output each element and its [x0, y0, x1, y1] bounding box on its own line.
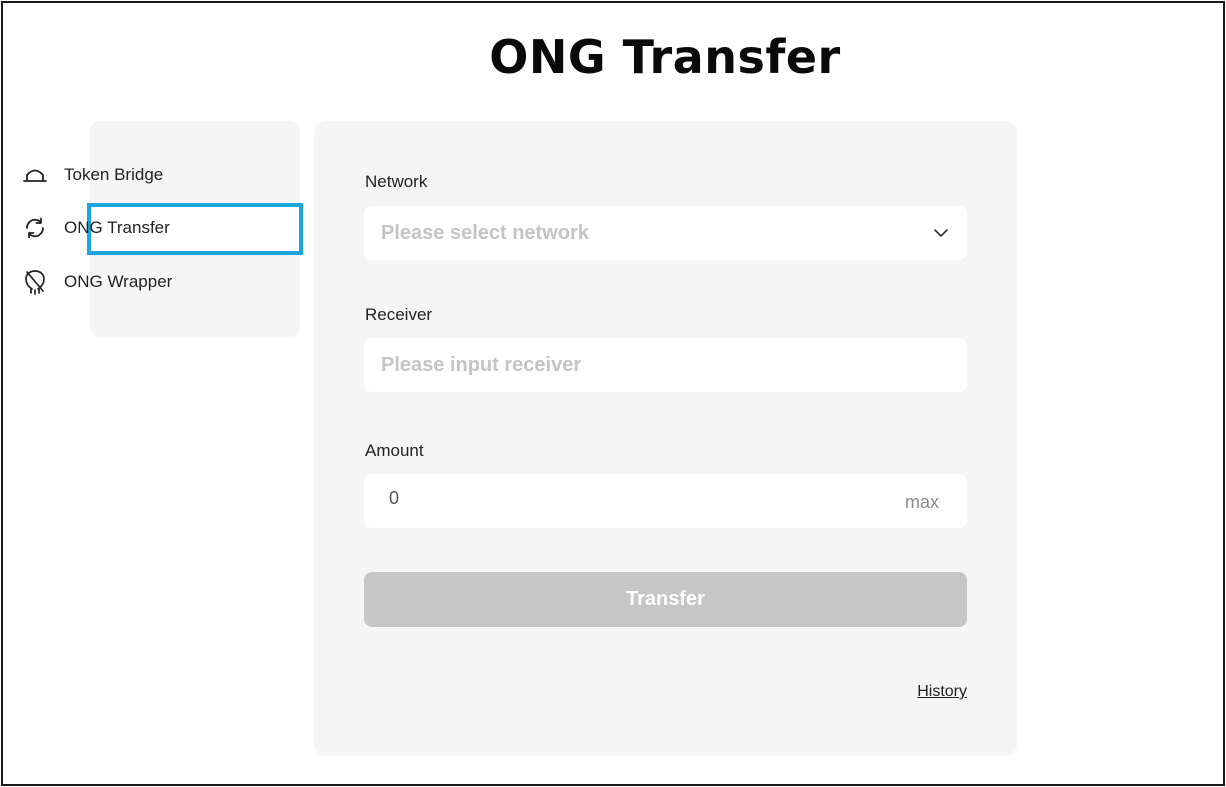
page-title: ONG Transfer: [489, 30, 841, 84]
refresh-icon: [22, 215, 48, 241]
amount-field: max: [364, 474, 967, 528]
network-select[interactable]: Please select network: [364, 206, 967, 260]
network-label: Network: [365, 172, 428, 191]
receiver-input[interactable]: [364, 338, 967, 392]
sidebar-item-ong-transfer[interactable]: ONG Transfer: [0, 206, 210, 250]
sidebar-item-token-bridge[interactable]: Token Bridge: [0, 153, 210, 197]
receiver-label: Receiver: [365, 305, 433, 324]
wrapper-icon: [22, 269, 48, 295]
sidebar-item-label: ONG Transfer: [64, 218, 170, 237]
bridge-icon: [22, 162, 48, 188]
transfer-button[interactable]: Transfer: [364, 572, 967, 627]
sidebar-item-ong-wrapper[interactable]: ONG Wrapper: [0, 260, 210, 304]
amount-label: Amount: [365, 441, 424, 460]
max-button[interactable]: max: [905, 492, 939, 513]
sidebar-item-label: ONG Wrapper: [64, 272, 173, 291]
sidebar-item-label: Token Bridge: [64, 165, 164, 184]
network-placeholder: Please select network: [381, 221, 589, 244]
amount-input[interactable]: [364, 474, 864, 528]
history-link[interactable]: History: [917, 683, 967, 701]
chevron-down-icon: [931, 223, 951, 243]
